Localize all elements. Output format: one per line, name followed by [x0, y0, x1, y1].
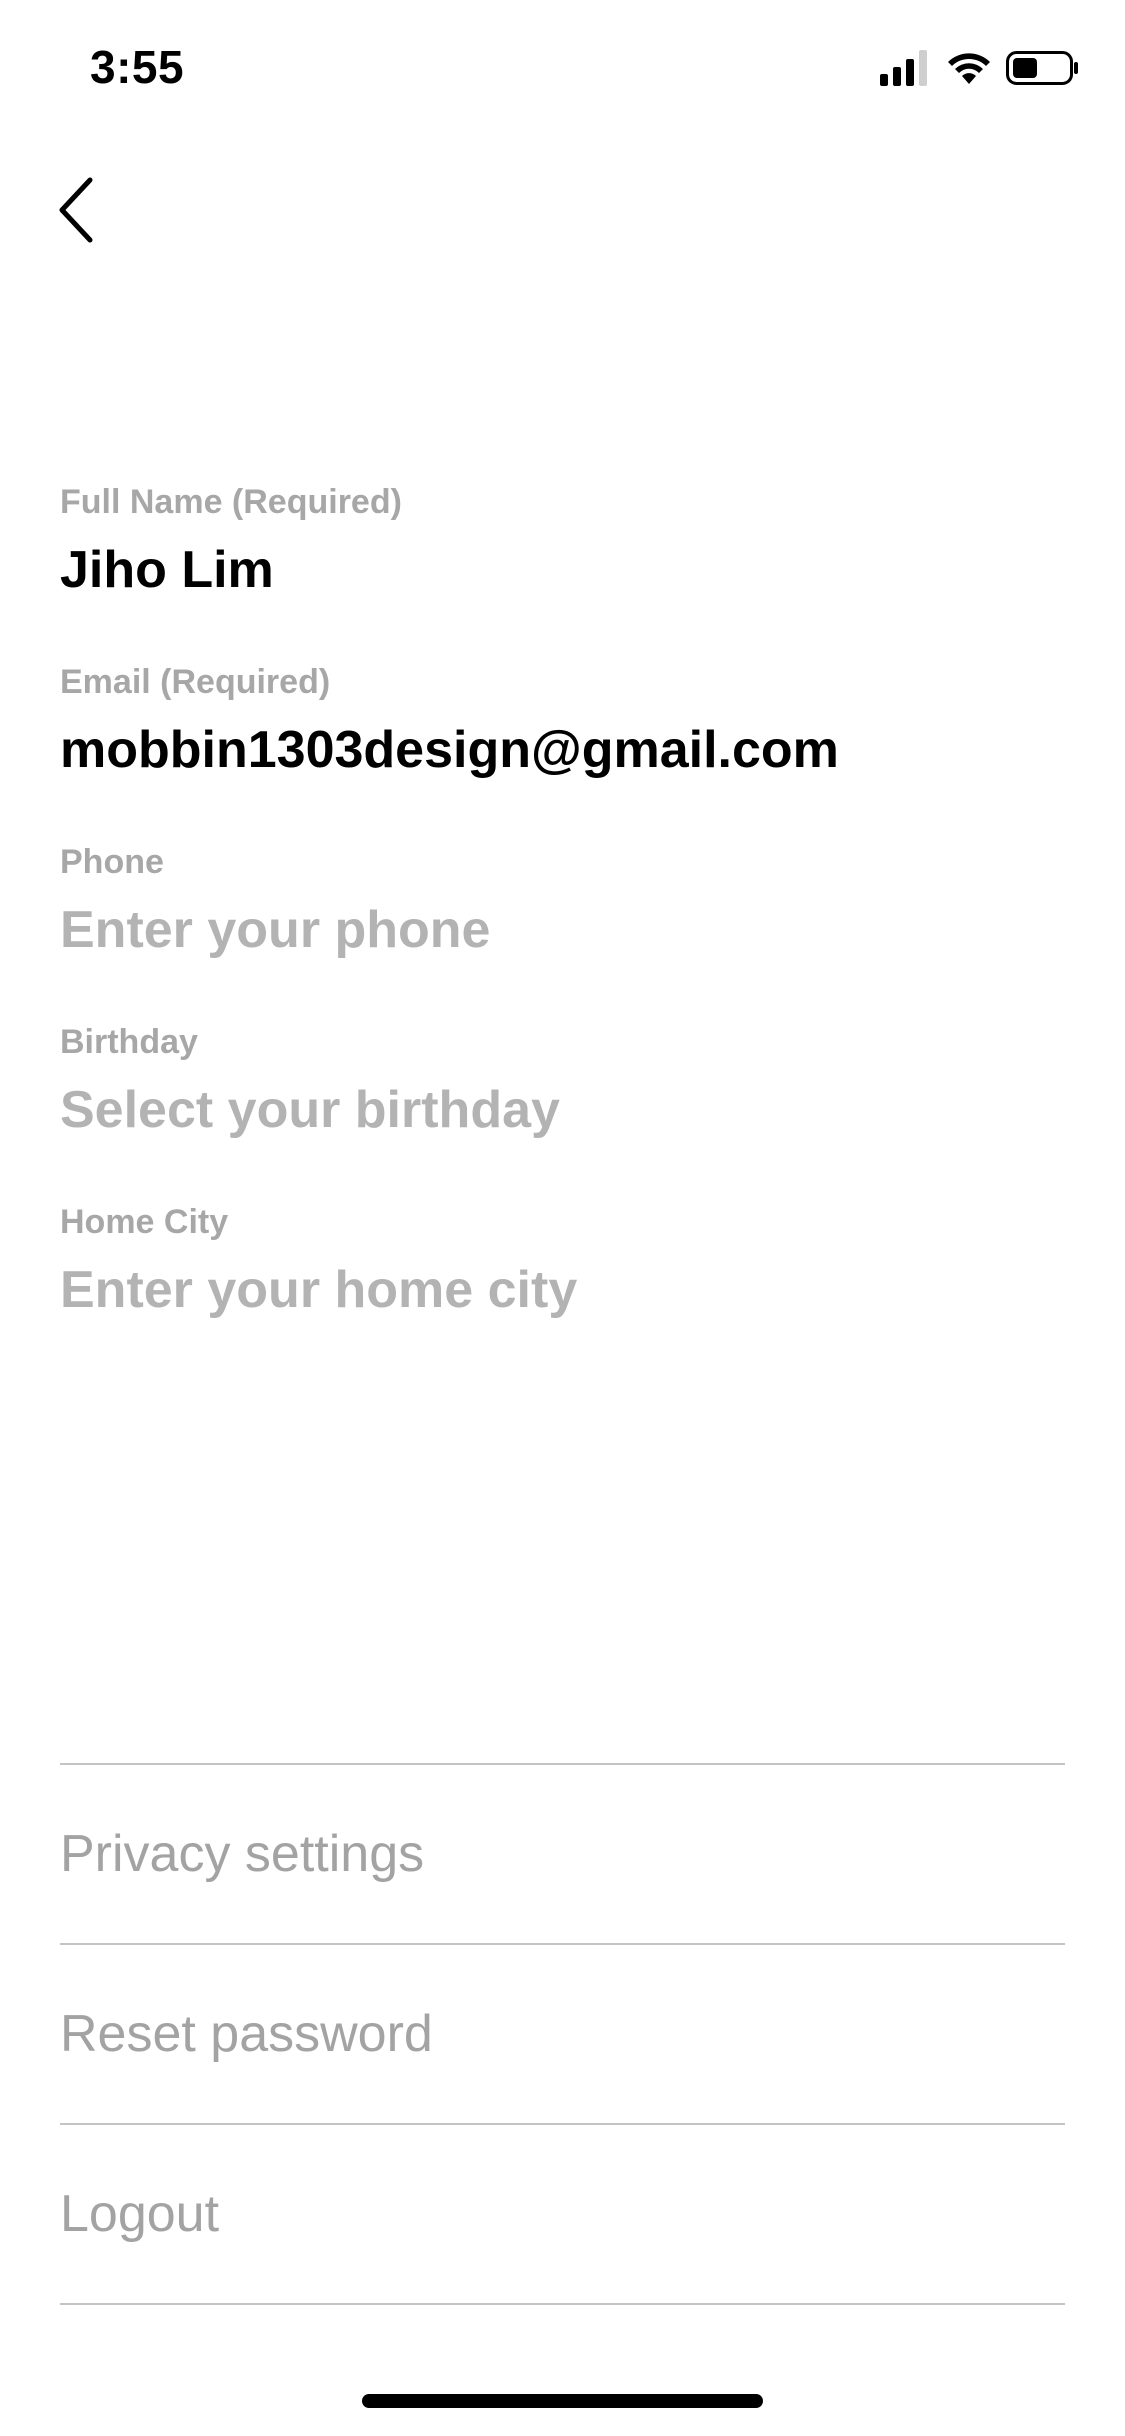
status-icons: [880, 50, 1080, 90]
birthday-input[interactable]: Select your birthday: [60, 1078, 1065, 1142]
birthday-field[interactable]: Birthday Select your birthday: [60, 1020, 1065, 1200]
chevron-left-icon: [59, 177, 93, 243]
divider: [60, 2303, 1065, 2305]
status-bar: 3:55: [0, 0, 1125, 135]
full-name-input[interactable]: Jiho Lim: [60, 538, 1065, 602]
battery-icon: [1006, 51, 1078, 85]
wifi-icon: [948, 53, 990, 84]
profile-form: Full Name (Required) Jiho Lim Email (Req…: [60, 480, 1065, 1380]
privacy-settings-item[interactable]: Privacy settings: [60, 1765, 1065, 1943]
status-time: 3:55: [90, 41, 185, 93]
signal-icon: [880, 50, 927, 86]
logout-item[interactable]: Logout: [60, 2125, 1065, 2303]
home-indicator: [362, 2394, 763, 2408]
full-name-label: Full Name (Required): [60, 483, 402, 521]
full-name-field[interactable]: Full Name (Required) Jiho Lim: [60, 480, 1065, 660]
birthday-label: Birthday: [60, 1023, 198, 1061]
phone-field[interactable]: Phone Enter your phone: [60, 840, 1065, 1020]
settings-list: Privacy settings Reset password Logout: [60, 1763, 1065, 2305]
email-label: Email (Required): [60, 663, 331, 701]
back-button[interactable]: [50, 170, 130, 250]
phone-input[interactable]: Enter your phone: [60, 898, 1065, 962]
home-city-label: Home City: [60, 1203, 229, 1241]
home-city-field[interactable]: Home City Enter your home city: [60, 1200, 1065, 1380]
reset-password-item[interactable]: Reset password: [60, 1945, 1065, 2123]
home-city-input[interactable]: Enter your home city: [60, 1258, 1065, 1322]
email-field[interactable]: Email (Required) mobbin1303design@gmail.…: [60, 660, 1065, 840]
phone-label: Phone: [60, 843, 164, 881]
email-input[interactable]: mobbin1303design@gmail.com: [60, 718, 1065, 782]
